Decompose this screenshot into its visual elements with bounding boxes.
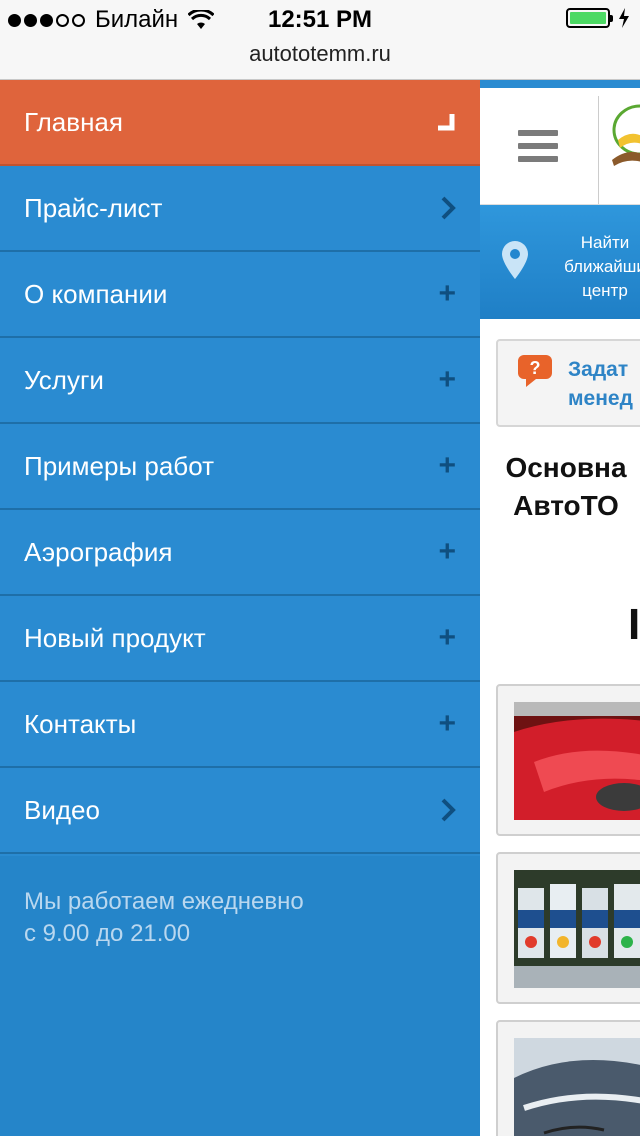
site-logo[interactable]: [602, 100, 640, 180]
side-menu: Главная Прайс-лист О компании + Услуги +…: [0, 80, 480, 1136]
plus-icon: +: [438, 535, 456, 568]
menu-item-contacts[interactable]: Контакты +: [0, 682, 480, 768]
menu-item-services[interactable]: Услуги +: [0, 338, 480, 424]
paint-cans-photo: [514, 870, 640, 988]
charging-bolt-icon: [619, 8, 629, 28]
menu-item-home[interactable]: Главная: [0, 80, 480, 166]
location-pin-icon: [502, 241, 528, 279]
collapse-corner-icon: [438, 114, 455, 131]
clock: 12:51 PM: [267, 6, 373, 33]
menu-item-label: Примеры работ: [24, 450, 214, 481]
menu-item-airbrush[interactable]: Аэрография +: [0, 510, 480, 596]
hamburger-menu-icon[interactable]: [518, 130, 558, 169]
find-service-center-button[interactable]: Найти ближайши центр: [480, 205, 640, 319]
menu-item-label: Видео: [24, 794, 100, 825]
plus-icon: +: [438, 449, 456, 482]
menu-item-video[interactable]: Видео: [0, 768, 480, 854]
service-card[interactable]: [496, 684, 640, 836]
working-hours-line: Мы работаем ежедневно: [24, 888, 304, 915]
plus-icon: +: [438, 707, 456, 740]
working-hours-line: с 9.00 до 21.00: [24, 920, 191, 947]
page-heading: Основна АвтоТО: [505, 452, 627, 521]
menu-item-label: О компании: [24, 278, 168, 309]
menu-item-label: Прайс-лист: [24, 192, 163, 223]
menu-item-label: Аэрография: [24, 536, 173, 567]
service-card[interactable]: [496, 1020, 640, 1136]
question-bubble-icon: ?: [518, 355, 552, 387]
ask-manager-button[interactable]: ? Задат менед: [496, 339, 640, 427]
url-text: autototemm.ru: [249, 41, 391, 66]
working-hours: Мы работаем ежедневно с 9.00 до 21.00: [0, 854, 480, 950]
menu-item-label: Контакты: [24, 708, 137, 739]
site-header: [480, 88, 640, 205]
battery-icon: [566, 8, 613, 28]
address-bar[interactable]: autototemm.ru: [0, 40, 640, 80]
section-title-fragment: I: [628, 600, 640, 649]
service-card[interactable]: [496, 852, 640, 1004]
car-repair-photo: [514, 702, 640, 820]
car-body-photo: [514, 1038, 640, 1136]
chevron-right-icon: [441, 798, 456, 822]
menu-item-portfolio[interactable]: Примеры работ +: [0, 424, 480, 510]
plus-icon: +: [438, 621, 456, 654]
status-bar: Билайн 12:51 PM: [0, 0, 640, 40]
plus-icon: +: [438, 363, 456, 396]
menu-item-label: Услуги: [24, 364, 104, 395]
menu-item-about[interactable]: О компании +: [0, 252, 480, 338]
menu-item-price-list[interactable]: Прайс-лист: [0, 166, 480, 252]
chevron-right-icon: [441, 196, 456, 220]
menu-item-label: Главная: [24, 106, 123, 137]
svg-text:?: ?: [530, 358, 541, 378]
menu-item-label: Новый продукт: [24, 622, 206, 653]
menu-item-new-product[interactable]: Новый продукт +: [0, 596, 480, 682]
plus-icon: +: [438, 277, 456, 310]
page-content: Найти ближайши центр ? Задат менед Основ…: [480, 80, 640, 1136]
